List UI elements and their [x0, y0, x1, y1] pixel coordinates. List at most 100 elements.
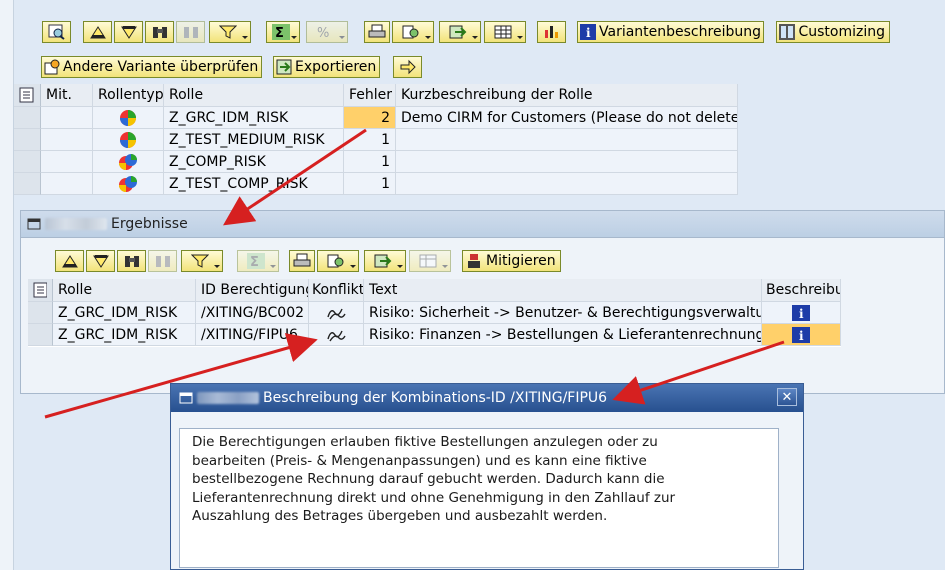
- konflikt-cell[interactable]: [309, 324, 364, 346]
- print-button[interactable]: [364, 21, 390, 43]
- sort-ascending-button[interactable]: [83, 21, 112, 43]
- filter-icon: [218, 25, 237, 39]
- svg-text:i: i: [799, 307, 804, 321]
- export-dropdown-button[interactable]: [364, 250, 406, 272]
- select-all-icon[interactable]: [28, 279, 53, 302]
- sum-icon: Σ: [246, 253, 265, 269]
- results-table: Rolle ID Berechtigung Konflikt Text Besc…: [28, 279, 841, 347]
- header-rolle[interactable]: Rolle: [164, 84, 344, 107]
- row-selector[interactable]: [28, 324, 53, 346]
- rollentyp-cell: [93, 151, 164, 173]
- svg-text:Σ: Σ: [275, 26, 284, 40]
- rolle-cell[interactable]: Z_GRC_IDM_RISK: [53, 324, 196, 346]
- find-next-disabled-button[interactable]: [176, 21, 205, 43]
- blurred-text: [45, 218, 107, 230]
- description-line: Die Berechtigungen erlauben fiktive Best…: [192, 434, 658, 450]
- customizing-button[interactable]: Customizing: [776, 21, 890, 43]
- sum-button[interactable]: Σ: [266, 21, 300, 43]
- row-selector[interactable]: [14, 151, 41, 173]
- sort-ascending-icon: [89, 26, 106, 39]
- find-icon: [48, 24, 65, 40]
- mitigate-icon: [465, 252, 483, 270]
- fehler-cell[interactable]: 1: [344, 173, 396, 195]
- svg-text:%: %: [317, 26, 329, 40]
- export-dropdown-button[interactable]: [439, 21, 481, 43]
- find-button[interactable]: [42, 21, 71, 43]
- rolle-cell[interactable]: Z_TEST_MEDIUM_RISK: [164, 129, 344, 151]
- rollentyp-cell: [93, 173, 164, 195]
- close-button[interactable]: ✕: [777, 388, 797, 406]
- sum-icon: Σ: [271, 24, 290, 40]
- check-other-variant-button[interactable]: Andere Variante überprüfen: [41, 56, 262, 78]
- fehler-cell[interactable]: 1: [344, 129, 396, 151]
- spreadsheet-button[interactable]: [409, 250, 451, 272]
- graphic-button[interactable]: [537, 21, 566, 43]
- rolle-cell[interactable]: Z_GRC_IDM_RISK: [164, 107, 344, 129]
- row-selector[interactable]: [28, 302, 53, 324]
- row-selector[interactable]: [14, 107, 41, 129]
- conflict-icon: [327, 330, 346, 341]
- single-role-icon: [120, 131, 136, 148]
- filter-button[interactable]: [181, 250, 223, 272]
- mitigate-button[interactable]: Mitigieren: [462, 250, 561, 272]
- graphic-icon: [544, 26, 558, 38]
- find-button[interactable]: [117, 250, 146, 272]
- left-frame-strip: [0, 0, 14, 570]
- konflikt-cell[interactable]: [309, 302, 364, 324]
- layout-button[interactable]: [392, 21, 434, 43]
- find-next-button[interactable]: [148, 250, 177, 272]
- subtotal-button[interactable]: %: [306, 21, 348, 43]
- export-button[interactable]: Exportieren: [273, 56, 380, 78]
- conflict-icon: [327, 308, 346, 319]
- info-icon: i: [792, 326, 810, 343]
- layout-button[interactable]: [317, 250, 359, 272]
- header-konflikt[interactable]: Konflikt: [309, 279, 364, 302]
- header-fehler[interactable]: Fehler: [344, 84, 396, 107]
- header-text[interactable]: Text: [364, 279, 762, 302]
- select-all-icon[interactable]: [14, 84, 41, 107]
- variant-icon: [44, 58, 60, 76]
- header-id-berechtigung[interactable]: ID Berechtigung: [196, 279, 309, 302]
- kurzbeschreibung-cell: [396, 173, 738, 195]
- sum-button[interactable]: Σ: [237, 250, 279, 272]
- description-line: bestellbezogene Rechnung darauf gebucht …: [192, 471, 665, 488]
- id-berechtigung-cell[interactable]: /XITING/FIPU6: [196, 324, 309, 346]
- mit-cell: [41, 107, 93, 129]
- customizing-grid-icon: [779, 23, 796, 41]
- row-selector[interactable]: [14, 129, 41, 151]
- filter-button[interactable]: [209, 21, 251, 43]
- find-next-button[interactable]: [145, 21, 174, 43]
- sort-ascending-button[interactable]: [55, 250, 84, 272]
- beschreibung-cell[interactable]: i: [762, 302, 841, 324]
- rolle-cell[interactable]: Z_TEST_COMP_RISK: [164, 173, 344, 195]
- header-rolle[interactable]: Rolle: [53, 279, 196, 302]
- id-berechtigung-cell[interactable]: /XITING/BC002: [196, 302, 309, 324]
- fehler-cell[interactable]: 1: [344, 151, 396, 173]
- row-selector[interactable]: [14, 173, 41, 195]
- header-kurzbeschreibung[interactable]: Kurzbeschreibung der Rolle: [396, 84, 738, 107]
- customizing-label: Customizing: [798, 24, 885, 40]
- variant-description-button[interactable]: i Variantenbeschreibung: [577, 21, 764, 43]
- rolle-cell[interactable]: Z_GRC_IDM_RISK: [53, 302, 196, 324]
- header-beschreibung[interactable]: Beschreibu: [762, 279, 841, 302]
- sort-ascending-icon: [61, 255, 78, 268]
- arrow-right-icon: [400, 59, 416, 75]
- description-line: Auszahlung des Betrages übergeben und au…: [192, 508, 608, 525]
- rolle-cell[interactable]: Z_COMP_RISK: [164, 151, 344, 173]
- header-rollentyp[interactable]: Rollentyp: [93, 84, 164, 107]
- print-icon: [368, 24, 386, 38]
- mit-cell: [41, 151, 93, 173]
- beschreibung-cell[interactable]: i: [762, 324, 841, 346]
- sort-descending-button[interactable]: [114, 21, 143, 43]
- next-button[interactable]: [393, 56, 422, 78]
- fehler-cell[interactable]: 2: [344, 107, 396, 129]
- dialog-title: Beschreibung der Kombinations-ID /XITING…: [263, 390, 608, 406]
- description-text-area[interactable]: Die Berechtigungen erlauben fiktive Best…: [179, 428, 779, 568]
- header-mit[interactable]: Mit.: [41, 84, 93, 107]
- print-button[interactable]: [289, 250, 315, 272]
- mit-cell: [41, 173, 93, 195]
- export-icon: [276, 58, 292, 76]
- spreadsheet-button[interactable]: [484, 21, 526, 43]
- results-panel-title-bar: Ergebnisse: [21, 211, 944, 238]
- sort-descending-button[interactable]: [86, 250, 115, 272]
